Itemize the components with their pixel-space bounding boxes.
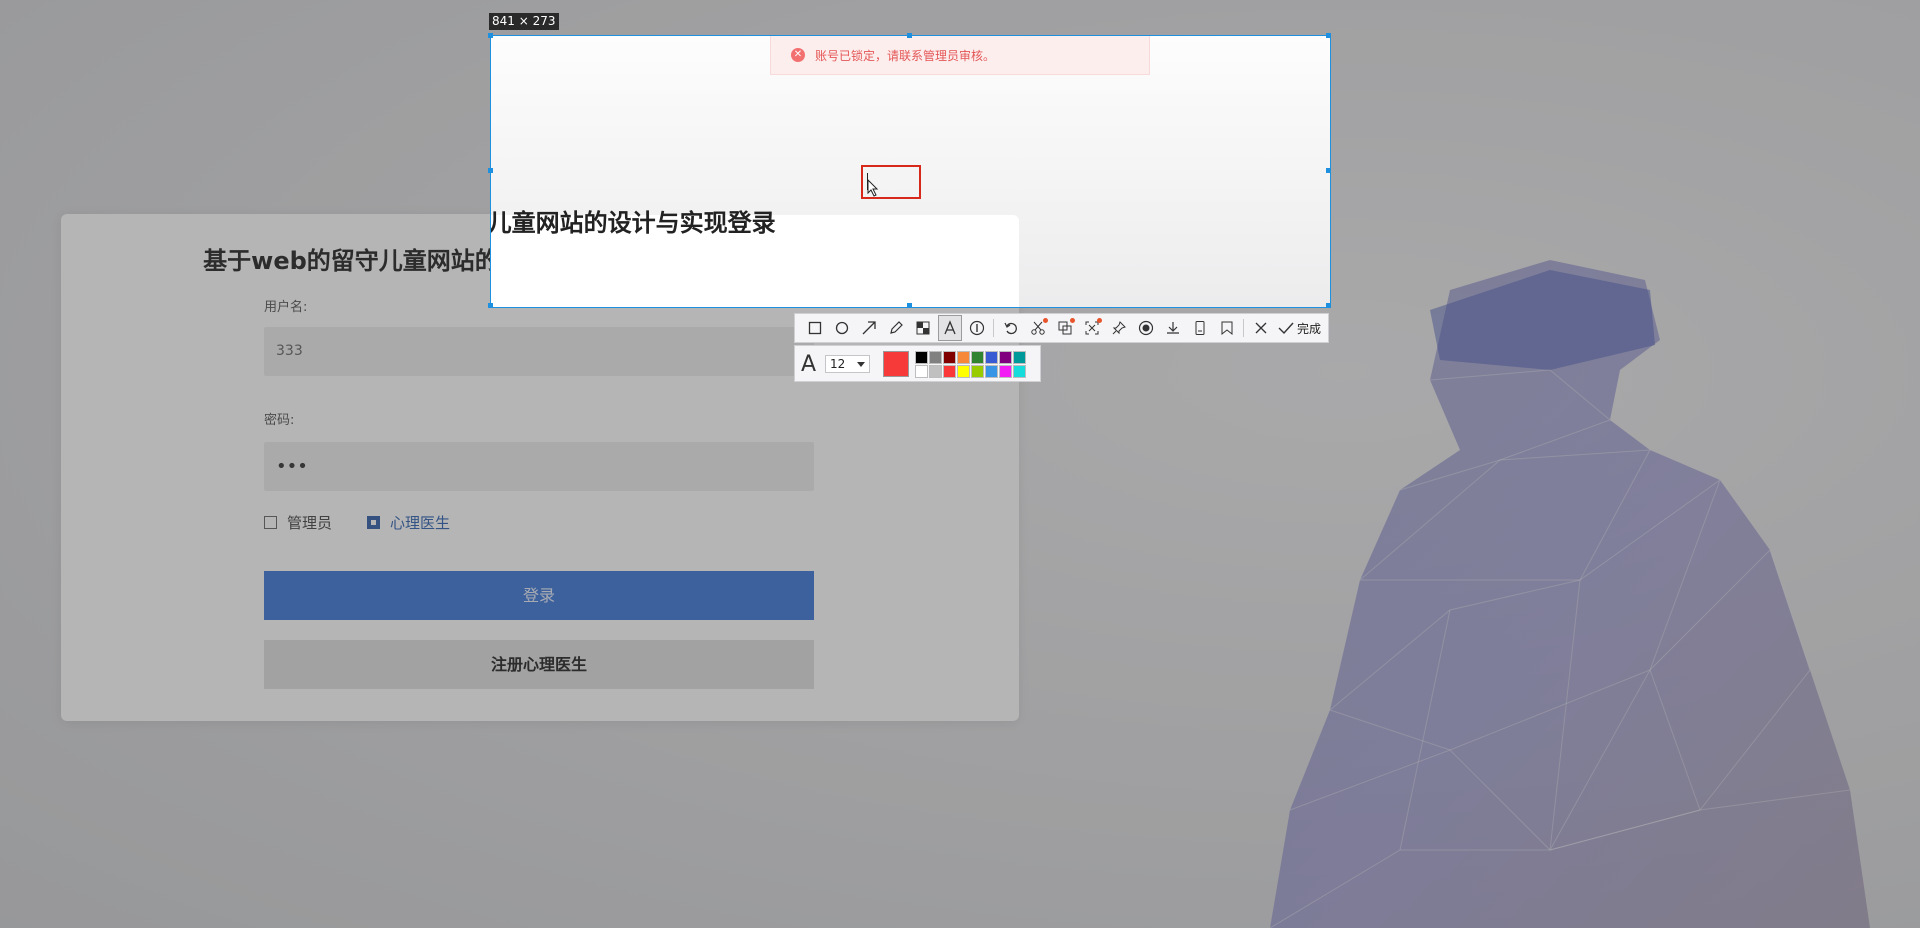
color-swatch[interactable] <box>1013 365 1026 378</box>
color-swatch[interactable] <box>943 365 956 378</box>
color-swatch[interactable] <box>971 365 984 378</box>
arrow-icon[interactable] <box>855 316 882 340</box>
new-badge-dot <box>1043 318 1048 323</box>
pencil-icon[interactable] <box>882 316 909 340</box>
color-swatch[interactable] <box>943 351 956 364</box>
color-swatch[interactable] <box>1013 351 1026 364</box>
error-toast: ✕ 账号已锁定，请联系管理员审核。 <box>770 36 1150 75</box>
color-swatch[interactable] <box>985 351 998 364</box>
rectangle-icon[interactable] <box>801 316 828 340</box>
resize-handle-e[interactable] <box>1326 168 1331 173</box>
resize-handle-se[interactable] <box>1326 303 1331 308</box>
font-size-select[interactable]: 12 <box>825 355 870 373</box>
done-button[interactable]: 完成 <box>1278 320 1321 337</box>
resize-handle-nw[interactable] <box>488 33 493 38</box>
ellipse-icon[interactable] <box>828 316 855 340</box>
mouse-cursor-icon <box>867 179 879 197</box>
color-swatch[interactable] <box>957 365 970 378</box>
color-swatch[interactable] <box>999 351 1012 364</box>
toolbar-separator <box>1243 319 1244 337</box>
close-icon[interactable] <box>1247 316 1274 340</box>
toolbar-separator <box>993 319 994 337</box>
ocr-icon[interactable] <box>1051 316 1078 340</box>
done-label: 完成 <box>1297 321 1322 336</box>
check-icon <box>1278 322 1294 335</box>
resize-handle-w[interactable] <box>488 168 493 173</box>
resize-handle-ne[interactable] <box>1326 33 1331 38</box>
text-options-bar: A 12 <box>794 345 1041 382</box>
color-swatch[interactable] <box>929 351 942 364</box>
scissors-icon[interactable] <box>1024 316 1051 340</box>
serial-number-icon[interactable] <box>963 316 990 340</box>
mosaic-icon[interactable] <box>909 316 936 340</box>
long-screenshot-icon[interactable] <box>1186 316 1213 340</box>
capture-toolbar: 完成 <box>794 313 1329 343</box>
font-icon: A <box>801 352 817 377</box>
login-title-fragment-text: 基于web的留守儿童网站的设计与实现登录 <box>490 209 776 237</box>
resize-handle-s[interactable] <box>907 303 912 308</box>
color-swatch[interactable] <box>985 365 998 378</box>
selection-size-label: 841 × 273 <box>489 13 559 30</box>
color-swatch[interactable] <box>999 365 1012 378</box>
chevron-down-icon <box>857 362 865 367</box>
color-swatch[interactable] <box>929 365 942 378</box>
undo-icon[interactable] <box>997 316 1024 340</box>
new-badge-dot <box>1070 318 1075 323</box>
text-icon[interactable] <box>938 315 962 341</box>
record-icon[interactable] <box>1132 316 1159 340</box>
color-swatch[interactable] <box>957 351 970 364</box>
color-swatch[interactable] <box>915 365 928 378</box>
color-swatch[interactable] <box>971 351 984 364</box>
current-color-swatch[interactable] <box>883 351 909 377</box>
font-size-value: 12 <box>830 357 846 371</box>
capture-selection[interactable]: 基于web的留守儿童网站的设计与实现登录 ✕ 账号已锁定，请联系管理员审核。 <box>490 35 1331 308</box>
toast-message: 账号已锁定，请联系管理员审核。 <box>815 48 996 63</box>
color-palette <box>915 351 1026 378</box>
resize-handle-sw[interactable] <box>488 303 493 308</box>
scroll-capture-icon[interactable] <box>1078 316 1105 340</box>
resize-handle-n[interactable] <box>907 33 912 38</box>
color-swatch[interactable] <box>915 351 928 364</box>
new-badge-dot <box>1097 318 1102 323</box>
pin-icon[interactable] <box>1105 316 1132 340</box>
download-icon[interactable] <box>1159 316 1186 340</box>
bookmark-icon[interactable] <box>1213 316 1240 340</box>
error-circle-icon: ✕ <box>791 48 805 62</box>
